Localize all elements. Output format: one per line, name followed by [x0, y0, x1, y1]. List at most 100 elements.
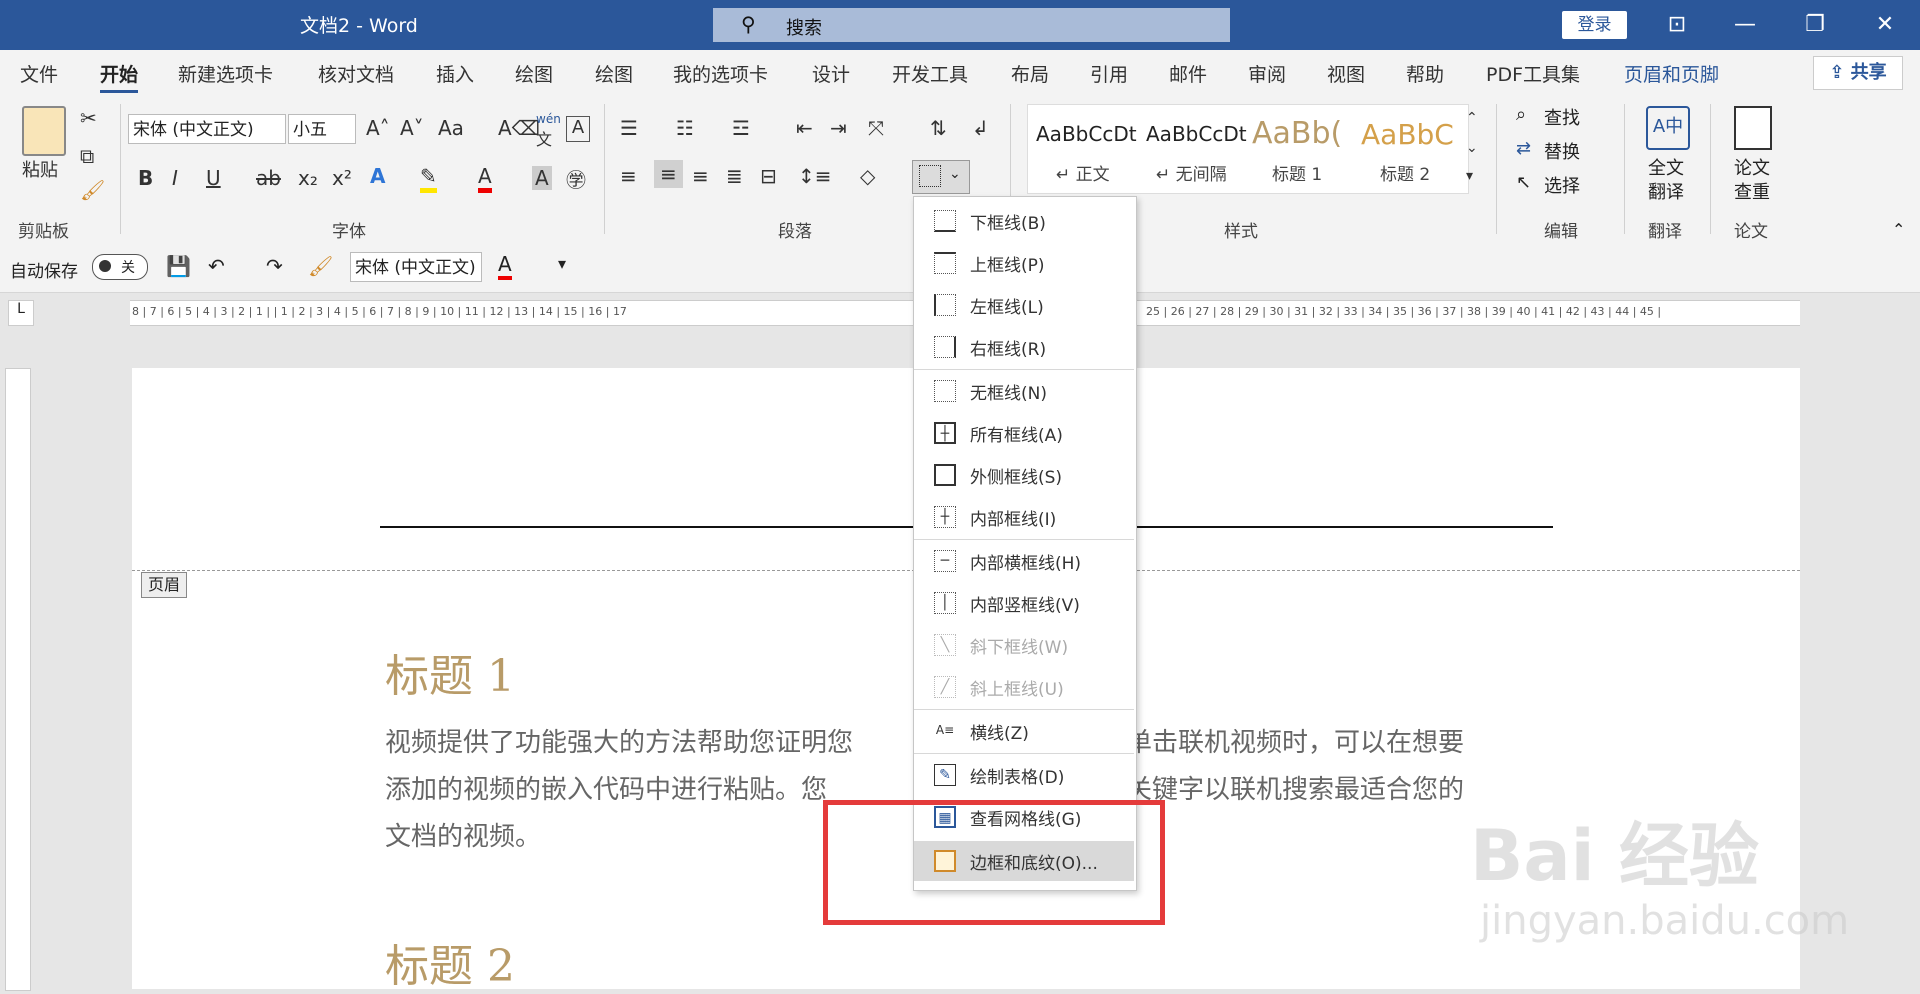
tab-help[interactable]: 帮助: [1406, 60, 1444, 87]
style-heading2-name[interactable]: 标题 2: [1380, 160, 1430, 185]
tab-selector-icon[interactable]: L: [8, 300, 34, 326]
format-painter-qat-icon[interactable]: 🖌: [308, 254, 333, 278]
enclose-char-icon[interactable]: ㊫: [566, 164, 586, 193]
tab-file[interactable]: 文件: [20, 60, 58, 87]
translate-label-2[interactable]: 翻译: [1648, 178, 1684, 204]
menu-item-all-borders[interactable]: ┼ 所有框线(A): [914, 413, 1134, 453]
style-heading1-name[interactable]: 标题 1: [1272, 160, 1322, 185]
paragraph-line-1[interactable]: 视频提供了功能强大的方法帮助您证明您: [385, 720, 925, 767]
borders-button[interactable]: ⌄: [912, 160, 970, 194]
tab-layout[interactable]: 布局: [1011, 60, 1049, 87]
ribbon-display-icon[interactable]: ⊡: [1652, 8, 1702, 42]
find-button[interactable]: 查找: [1544, 104, 1580, 130]
subscript-icon[interactable]: x₂: [298, 166, 318, 190]
increase-indent-icon[interactable]: ⇥: [830, 116, 847, 140]
phonetic-guide-text[interactable]: wén: [536, 112, 561, 126]
qat-font-color-icon[interactable]: A: [498, 252, 512, 280]
menu-item-bottom-border[interactable]: 下框线(B): [914, 201, 1134, 241]
multilevel-list-icon[interactable]: ☲: [732, 116, 750, 140]
font-size-select[interactable]: 小五: [288, 114, 356, 144]
clear-format-icon[interactable]: A⌫: [498, 116, 540, 140]
char-border-icon[interactable]: A: [566, 116, 590, 142]
replace-button[interactable]: 替换: [1544, 138, 1580, 164]
numbering-icon[interactable]: ☷: [676, 116, 694, 140]
sort-icon[interactable]: ⇅: [930, 116, 947, 140]
menu-item-top-border[interactable]: 上框线(P): [914, 243, 1134, 283]
tab-header-footer[interactable]: 页眉和页脚: [1624, 60, 1719, 87]
shrink-font-icon[interactable]: A˅: [400, 116, 424, 140]
style-normal-sample[interactable]: AaBbCcDt: [1036, 122, 1137, 146]
qat-font-select[interactable]: 宋体 (中文正文): [350, 252, 482, 282]
select-icon[interactable]: ↖: [1516, 172, 1531, 193]
chinese-layout-icon[interactable]: ⤧: [868, 116, 884, 140]
paper-check-icon[interactable]: [1734, 106, 1772, 150]
share-button[interactable]: ⇪ 共享: [1813, 56, 1903, 90]
style-normal-name[interactable]: ↵ 正文: [1056, 160, 1110, 185]
save-icon[interactable]: 💾: [166, 254, 191, 278]
tab-developer[interactable]: 开发工具: [892, 60, 968, 87]
font-color-icon[interactable]: A: [478, 164, 492, 193]
bold-icon[interactable]: B: [138, 166, 153, 190]
tab-my[interactable]: 我的选项卡: [673, 60, 768, 87]
paste-button[interactable]: 粘贴: [22, 156, 58, 182]
translate-icon[interactable]: A中: [1646, 106, 1690, 150]
copy-icon[interactable]: ⧉: [80, 144, 94, 168]
styles-scroll-down-icon[interactable]: ⌄: [1466, 140, 1478, 156]
superscript-icon[interactable]: x²: [332, 166, 352, 190]
heading-1[interactable]: 标题 1: [385, 640, 515, 704]
change-case-icon[interactable]: Aa: [438, 116, 464, 140]
minimize-icon[interactable]: —: [1720, 8, 1770, 42]
tab-draw2[interactable]: 绘图: [595, 60, 633, 87]
distributed-icon[interactable]: ⊟: [760, 164, 777, 188]
tab-design[interactable]: 设计: [812, 60, 850, 87]
paper-label-1[interactable]: 论文: [1734, 154, 1770, 180]
line-spacing-icon[interactable]: ↕≡: [798, 164, 832, 188]
customize-qat-icon[interactable]: ▾: [558, 254, 566, 273]
align-left-icon[interactable]: ≡: [620, 164, 637, 188]
undo-icon[interactable]: ↶: [208, 254, 225, 278]
menu-item-no-border[interactable]: 无框线(N): [914, 371, 1134, 411]
strikethrough-icon[interactable]: ab: [256, 166, 281, 190]
menu-item-inside-borders[interactable]: ┼ 内部框线(I): [914, 497, 1134, 537]
find-icon[interactable]: ⌕: [1516, 104, 1526, 125]
styles-more-icon[interactable]: ▾: [1466, 168, 1473, 184]
align-center-icon[interactable]: ≡: [654, 160, 683, 188]
tab-references[interactable]: 引用: [1090, 60, 1128, 87]
search-box[interactable]: ⚲ 搜索: [713, 8, 1230, 42]
italic-icon[interactable]: I: [172, 166, 178, 190]
select-button[interactable]: 选择: [1544, 172, 1580, 198]
close-icon[interactable]: ✕: [1860, 8, 1910, 42]
cut-icon[interactable]: ✂: [80, 106, 97, 130]
autosave-toggle[interactable]: 关: [92, 254, 148, 280]
styles-scroll-up-icon[interactable]: ⌃: [1466, 110, 1478, 126]
menu-item-left-border[interactable]: 左框线(L): [914, 285, 1134, 325]
menu-item-inside-horizontal[interactable]: ─ 内部横框线(H): [914, 541, 1134, 581]
font-name-select[interactable]: 宋体 (中文正文): [128, 114, 286, 144]
menu-item-inside-vertical[interactable]: │ 内部竖框线(V): [914, 583, 1134, 623]
translate-label-1[interactable]: 全文: [1648, 154, 1684, 180]
paste-icon[interactable]: [22, 106, 66, 156]
align-right-icon[interactable]: ≡: [692, 164, 709, 188]
menu-item-outside-borders[interactable]: 外侧框线(S): [914, 455, 1134, 495]
collapse-ribbon-icon[interactable]: ⌃: [1892, 220, 1905, 239]
heading-2[interactable]: 标题 2: [385, 930, 515, 994]
redo-icon[interactable]: ↷: [266, 254, 283, 278]
vertical-ruler[interactable]: [5, 368, 31, 991]
tab-insert[interactable]: 插入: [436, 60, 474, 87]
tab-review[interactable]: 审阅: [1248, 60, 1286, 87]
tab-mailings[interactable]: 邮件: [1169, 60, 1207, 87]
menu-item-right-border[interactable]: 右框线(R): [914, 327, 1134, 367]
login-button[interactable]: 登录: [1562, 11, 1627, 39]
grow-font-icon[interactable]: A˄: [366, 116, 390, 140]
highlight-icon[interactable]: ✎: [420, 164, 437, 193]
menu-item-draw-table[interactable]: ✎ 绘制表格(D): [914, 755, 1134, 795]
justify-icon[interactable]: ≣: [726, 164, 743, 188]
decrease-indent-icon[interactable]: ⇤: [796, 116, 813, 140]
tab-new[interactable]: 新建选项卡: [178, 60, 273, 87]
tab-check[interactable]: 核对文档: [318, 60, 394, 87]
char-shading-icon[interactable]: A: [532, 166, 552, 190]
menu-item-horizontal-line[interactable]: A≡ 横线(Z): [914, 711, 1134, 751]
paper-label-2[interactable]: 查重: [1734, 178, 1770, 204]
shading-icon[interactable]: ◇: [860, 164, 875, 188]
show-marks-icon[interactable]: ↲: [972, 116, 989, 140]
